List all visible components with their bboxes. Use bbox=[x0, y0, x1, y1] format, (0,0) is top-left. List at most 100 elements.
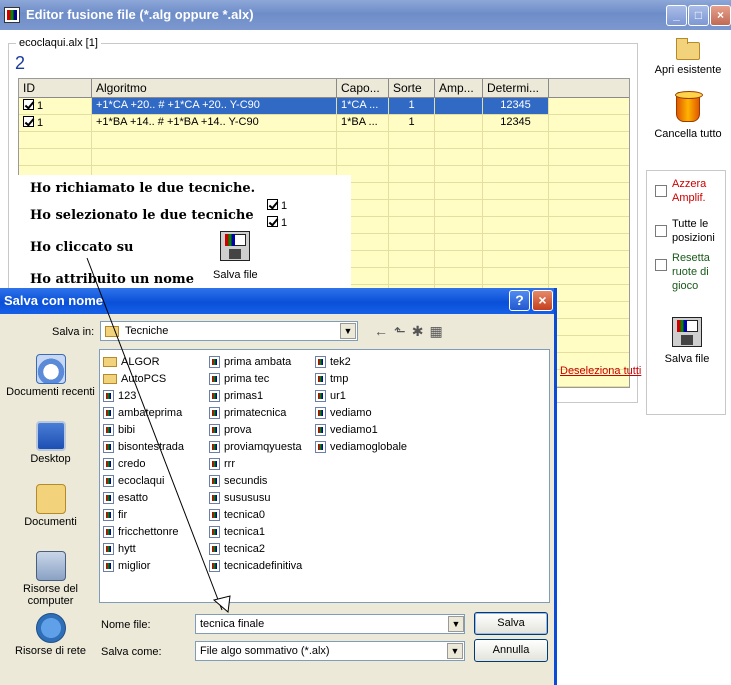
place-network[interactable]: Risorse di rete bbox=[3, 613, 98, 657]
file-list[interactable]: ALGOR AutoPCS 123 ambateprima bibi bison… bbox=[99, 349, 550, 603]
list-item[interactable]: primatecnica bbox=[209, 404, 302, 421]
list-item[interactable]: ambateprima bbox=[103, 404, 184, 421]
row-checkbox[interactable] bbox=[23, 99, 34, 110]
list-item[interactable]: bisontestrada bbox=[103, 438, 184, 455]
list-item[interactable]: esatto bbox=[103, 489, 184, 506]
dialog-close-button[interactable]: × bbox=[532, 290, 553, 311]
chevron-down-icon[interactable]: ▼ bbox=[340, 323, 356, 339]
clear-all-button[interactable]: Cancella tutto bbox=[652, 91, 724, 140]
option-checkbox[interactable] bbox=[655, 259, 667, 271]
list-item[interactable]: secundis bbox=[209, 472, 302, 489]
list-item[interactable]: ur1 bbox=[315, 387, 407, 404]
save-button[interactable]: Salva bbox=[474, 612, 548, 635]
option-checkbox[interactable] bbox=[655, 225, 667, 237]
list-item[interactable]: rrr bbox=[209, 455, 302, 472]
list-item[interactable]: prova bbox=[209, 421, 302, 438]
row-amp[interactable] bbox=[435, 98, 483, 115]
list-item[interactable]: tecnica2 bbox=[209, 540, 302, 557]
list-item[interactable]: fricchettonre bbox=[103, 523, 184, 540]
row-sorte[interactable]: 1 bbox=[389, 115, 435, 132]
option-label: Tutte le posizioni bbox=[672, 218, 715, 244]
col-header-determinazione[interactable]: Determi... bbox=[483, 79, 549, 98]
list-item[interactable]: vediamo bbox=[315, 404, 407, 421]
row-algoritmo[interactable]: +1*BA +14.. # +1*BA +14.. Y-C90 bbox=[92, 115, 337, 132]
list-item[interactable]: AutoPCS bbox=[103, 370, 184, 387]
list-item[interactable]: prima ambata bbox=[209, 353, 302, 370]
option-azzera-amplif[interactable]: Azzera Amplif. bbox=[655, 177, 725, 205]
option-tutte-posizioni[interactable]: Tutte le posizioni bbox=[655, 217, 725, 245]
maximize-button[interactable]: □ bbox=[688, 5, 709, 26]
row-determinazione[interactable]: 12345 bbox=[483, 115, 549, 132]
minimize-button[interactable]: _ bbox=[666, 5, 687, 26]
col-header-amp[interactable]: Amp... bbox=[435, 79, 483, 98]
save-file-button[interactable]: Salva file bbox=[651, 317, 723, 365]
place-recent[interactable]: Documenti recenti bbox=[3, 354, 98, 398]
list-item[interactable]: 123 bbox=[103, 387, 184, 404]
list-item[interactable]: primas1 bbox=[209, 387, 302, 404]
place-desktop[interactable]: Desktop bbox=[3, 421, 98, 465]
place-label: Desktop bbox=[30, 453, 71, 465]
col-header-sorte[interactable]: Sorte bbox=[389, 79, 435, 98]
back-icon[interactable]: ← bbox=[374, 323, 394, 339]
save-in-select[interactable]: Tecniche ▼ bbox=[100, 321, 358, 341]
list-item-label: prima ambata bbox=[224, 355, 292, 368]
row-algoritmo[interactable]: +1*CA +20.. # +1*CA +20.. Y-C90 bbox=[92, 98, 337, 115]
list-item[interactable]: bibi bbox=[103, 421, 184, 438]
list-item[interactable]: tek2 bbox=[315, 353, 407, 370]
up-folder-icon[interactable]: ⬑ bbox=[394, 323, 412, 339]
table-row[interactable]: 1 +1*BA +14.. # +1*BA +14.. Y-C90 1*BA .… bbox=[19, 115, 629, 132]
option-checkbox[interactable] bbox=[655, 185, 667, 197]
main-titlebar[interactable]: Editor fusione file (*.alg oppure *.alx)… bbox=[0, 0, 731, 30]
new-folder-icon[interactable]: ✱ bbox=[412, 323, 430, 339]
list-item[interactable]: vediamoglobale bbox=[315, 438, 407, 455]
chevron-down-icon[interactable]: ▼ bbox=[447, 643, 463, 659]
list-item[interactable]: credo bbox=[103, 455, 184, 472]
cancel-button[interactable]: Annulla bbox=[474, 639, 548, 662]
list-item[interactable]: tecnica1 bbox=[209, 523, 302, 540]
list-item[interactable]: miglior bbox=[103, 557, 184, 574]
row-checkbox[interactable] bbox=[23, 116, 34, 127]
list-item[interactable]: hytt bbox=[103, 540, 184, 557]
annotation-line-3: Ho cliccato su bbox=[30, 240, 134, 255]
col-header-algoritmo[interactable]: Algoritmo bbox=[92, 79, 337, 98]
col-header-capo[interactable]: Capo... bbox=[337, 79, 389, 98]
open-existing-button[interactable]: Apri esistente bbox=[652, 38, 724, 76]
option-resetta-ruote[interactable]: Resetta ruote di gioco bbox=[655, 251, 725, 293]
view-menu-icon[interactable]: ▦ bbox=[429, 323, 448, 339]
chevron-down-icon[interactable]: ▼ bbox=[448, 616, 464, 632]
list-item-label: ALGOR bbox=[121, 355, 160, 368]
list-item[interactable]: proviamqyuesta bbox=[209, 438, 302, 455]
dialog-titlebar[interactable]: Salva con nome ? × bbox=[0, 288, 554, 314]
file-icon bbox=[315, 423, 326, 436]
deselect-all-link[interactable]: Deseleziona tutti bbox=[560, 365, 641, 377]
list-item[interactable]: vediamo1 bbox=[315, 421, 407, 438]
list-item[interactable]: prima tec bbox=[209, 370, 302, 387]
list-item[interactable]: ecoclaqui bbox=[103, 472, 184, 489]
list-item[interactable]: fir bbox=[103, 506, 184, 523]
help-button[interactable]: ? bbox=[509, 290, 530, 311]
col-header-id[interactable]: ID bbox=[19, 79, 92, 98]
save-type-select[interactable]: File algo sommativo (*.alx) ▼ bbox=[195, 641, 465, 661]
file-icon bbox=[209, 389, 220, 402]
list-item[interactable]: tmp bbox=[315, 370, 407, 387]
file-icon bbox=[315, 389, 326, 402]
save-file-label: Salva file bbox=[664, 353, 710, 365]
row-sorte[interactable]: 1 bbox=[389, 98, 435, 115]
place-documents[interactable]: Documenti bbox=[3, 484, 98, 528]
row-id-cell[interactable]: 1 bbox=[19, 115, 92, 132]
list-item[interactable]: tecnica0 bbox=[209, 506, 302, 523]
row-determinazione[interactable]: 12345 bbox=[483, 98, 549, 115]
close-button[interactable]: × bbox=[710, 5, 731, 26]
row-capo[interactable]: 1*BA ... bbox=[337, 115, 389, 132]
list-item-label: prova bbox=[224, 423, 252, 436]
list-item-label: 123 bbox=[118, 389, 137, 402]
table-row[interactable]: 1 +1*CA +20.. # +1*CA +20.. Y-C90 1*CA .… bbox=[19, 98, 629, 115]
list-item[interactable]: ALGOR bbox=[103, 353, 184, 370]
row-amp[interactable] bbox=[435, 115, 483, 132]
list-item[interactable]: susususu bbox=[209, 489, 302, 506]
place-computer[interactable]: Risorse del computer bbox=[3, 551, 98, 607]
list-item[interactable]: tecnicadefinitiva bbox=[209, 557, 302, 574]
row-capo[interactable]: 1*CA ... bbox=[337, 98, 389, 115]
row-id-cell[interactable]: 1 bbox=[19, 98, 92, 115]
filename-input[interactable] bbox=[195, 614, 465, 634]
